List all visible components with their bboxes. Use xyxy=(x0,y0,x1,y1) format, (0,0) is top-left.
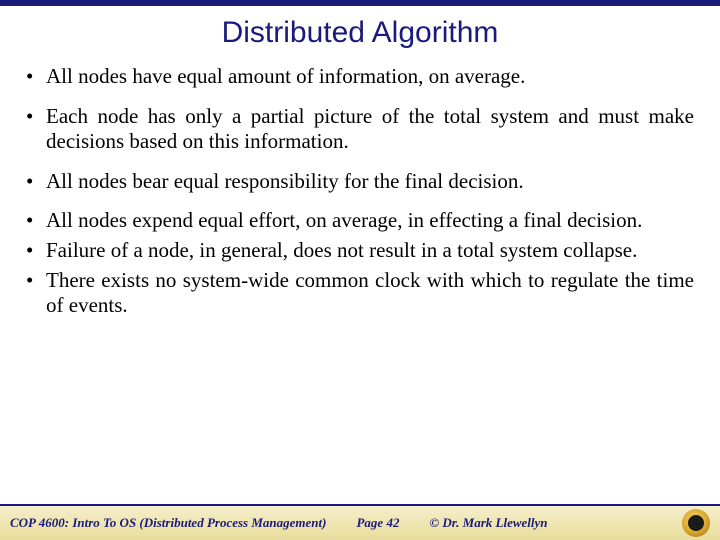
university-logo-icon xyxy=(682,509,710,537)
list-item: All nodes have equal amount of informati… xyxy=(26,64,694,90)
bullet-list: All nodes have equal amount of informati… xyxy=(26,64,694,319)
list-item: There exists no system-wide common clock… xyxy=(26,268,694,319)
slide-title: Distributed Algorithm xyxy=(0,16,720,50)
list-item: Failure of a node, in general, does not … xyxy=(26,238,694,264)
footer-page: Page 42 xyxy=(356,515,399,531)
slide-body: All nodes have equal amount of informati… xyxy=(0,58,720,504)
slide-footer: COP 4600: Intro To OS (Distributed Proce… xyxy=(0,504,720,540)
footer-author: © Dr. Mark Llewellyn xyxy=(429,515,547,531)
title-area: Distributed Algorithm xyxy=(0,6,720,58)
list-item: All nodes bear equal responsibility for … xyxy=(26,169,694,195)
list-item: All nodes expend equal effort, on averag… xyxy=(26,208,694,234)
footer-course: COP 4600: Intro To OS (Distributed Proce… xyxy=(10,515,326,531)
list-item: Each node has only a partial picture of … xyxy=(26,104,694,155)
